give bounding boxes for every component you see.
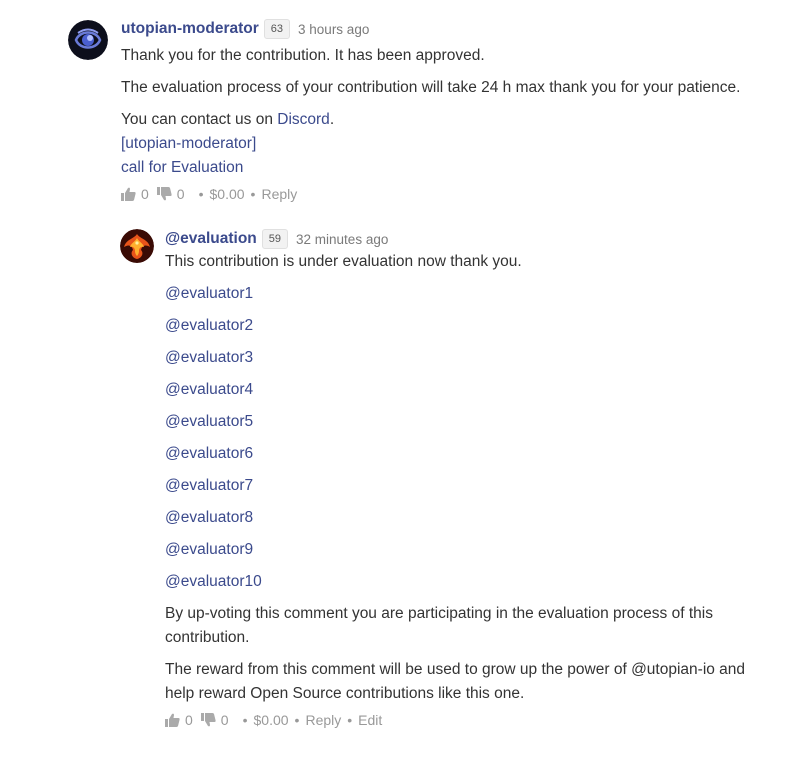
comment-text: By up-voting this comment you are partic… <box>165 605 713 646</box>
separator-dot: • <box>250 186 256 202</box>
mention-link[interactable]: @evaluator9 <box>165 541 253 558</box>
mention-link[interactable]: @evaluator2 <box>165 317 253 334</box>
thumbs-down-icon[interactable] <box>156 187 172 201</box>
upvote-count: 0 <box>185 712 193 728</box>
edit-button[interactable]: Edit <box>358 712 382 728</box>
reply-button[interactable]: Reply <box>305 712 341 728</box>
contact-line: You can contact us on Discord. <box>121 108 781 132</box>
discord-link[interactable]: Discord <box>277 111 330 128</box>
thumbs-up-icon[interactable] <box>165 713 180 727</box>
timestamp[interactable]: 32 minutes ago <box>296 232 388 247</box>
downvote-count: 0 <box>176 186 185 202</box>
separator-dot: • <box>347 712 353 728</box>
comment-text: This contribution is under evaluation no… <box>165 253 522 270</box>
thumbs-down-icon[interactable] <box>200 713 216 727</box>
upvote-count: 0 <box>141 186 149 202</box>
mention-link[interactable]: @evaluator3 <box>165 349 253 366</box>
reputation-badge: 59 <box>261 229 289 249</box>
mention-link[interactable]: @evaluator7 <box>165 477 253 494</box>
payout-amount[interactable]: $0.00 <box>210 186 245 202</box>
author-name[interactable]: @evaluation <box>165 230 257 248</box>
thumbs-up-icon[interactable] <box>121 187 136 201</box>
mention-link[interactable]: @evaluator8 <box>165 509 253 526</box>
payout-amount[interactable]: $0.00 <box>254 712 289 728</box>
moderator-tag-link[interactable]: [utopian-moderator] <box>121 135 256 152</box>
utopian-logo-icon <box>68 20 108 60</box>
mention-link[interactable]: @evaluator6 <box>165 445 253 462</box>
phoenix-avatar-icon <box>120 229 154 263</box>
comment-text: The reward from this comment will be use… <box>165 661 746 702</box>
separator-dot: • <box>242 712 248 728</box>
comment-actions: 0 0 • $0.00 • Reply • Edit <box>165 712 775 728</box>
comment-text: The evaluation process of your contribut… <box>121 79 741 96</box>
comment-actions: 0 0 • $0.00 • Reply <box>121 186 781 202</box>
mention-link[interactable]: @evaluator10 <box>165 573 262 590</box>
separator-dot: • <box>198 186 204 202</box>
separator-dot: • <box>294 712 300 728</box>
contact-suffix: . <box>329 111 335 128</box>
comment-text: Thank you for the contribution. It has b… <box>121 47 485 64</box>
timestamp[interactable]: 3 hours ago <box>298 22 369 37</box>
avatar[interactable] <box>120 229 154 263</box>
contact-prefix: You can contact us on <box>121 111 278 128</box>
reputation-badge: 63 <box>263 19 291 39</box>
reply-button[interactable]: Reply <box>261 186 297 202</box>
avatar[interactable] <box>68 20 108 60</box>
call-for-evaluation-link[interactable]: call for Evaluation <box>121 159 243 176</box>
downvote-count: 0 <box>220 712 229 728</box>
mention-link[interactable]: @evaluator4 <box>165 381 253 398</box>
mention-link[interactable]: @evaluator1 <box>165 285 253 302</box>
author-name[interactable]: utopian-moderator <box>121 20 259 38</box>
mention-link[interactable]: @evaluator5 <box>165 413 253 430</box>
